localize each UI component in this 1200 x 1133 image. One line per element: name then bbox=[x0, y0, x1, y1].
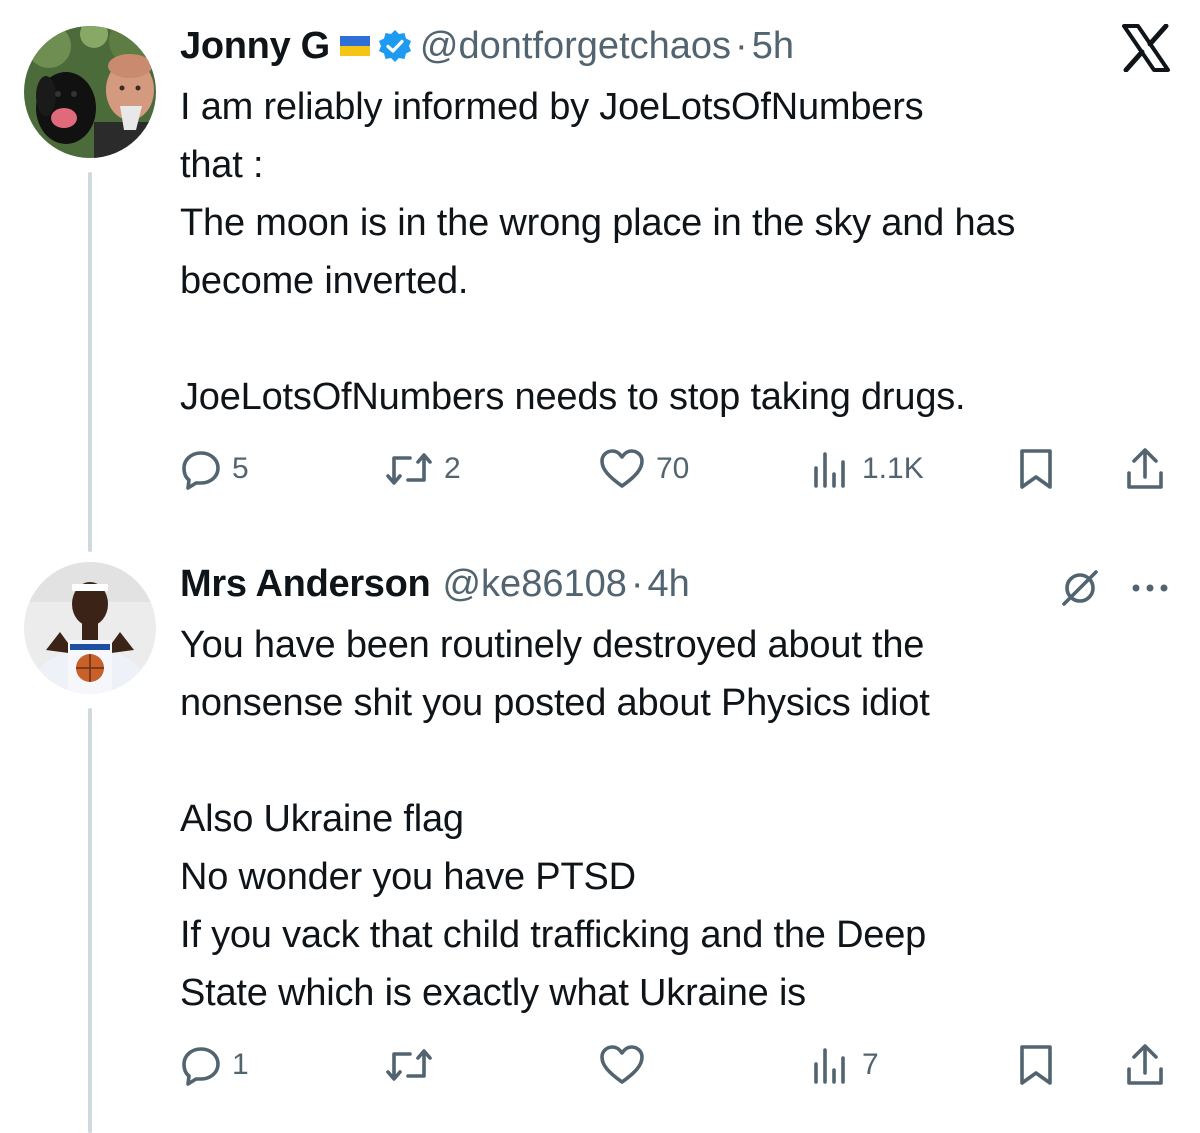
views-count: 7 bbox=[862, 1048, 879, 1081]
grok-button[interactable] bbox=[1058, 566, 1102, 610]
avatar[interactable] bbox=[24, 26, 156, 158]
separator-dot: · bbox=[630, 562, 644, 605]
bookmark-button[interactable] bbox=[1016, 1040, 1056, 1090]
repost-count: 2 bbox=[444, 452, 461, 485]
views-button[interactable]: 7 bbox=[810, 1040, 879, 1090]
thread-line bbox=[88, 172, 92, 552]
avatar[interactable] bbox=[24, 562, 156, 694]
user-handle[interactable]: @dontforgetchaos bbox=[420, 25, 731, 68]
timestamp[interactable]: 5h bbox=[752, 25, 794, 68]
views-button[interactable]: 1.1K bbox=[810, 444, 924, 494]
verified-badge-icon bbox=[378, 29, 412, 63]
repost-button[interactable]: 2 bbox=[384, 444, 461, 494]
share-icon bbox=[1124, 447, 1166, 491]
reply-count: 1 bbox=[232, 1048, 249, 1081]
tweet-header: Mrs Anderson @ke86108 · 4h bbox=[180, 562, 690, 606]
like-button[interactable]: 70 bbox=[598, 444, 689, 494]
reply-icon bbox=[180, 448, 222, 490]
like-button[interactable] bbox=[598, 1040, 656, 1090]
views-count: 1.1K bbox=[862, 452, 924, 485]
share-icon bbox=[1124, 1043, 1166, 1087]
user-handle[interactable]: @ke86108 bbox=[442, 563, 626, 606]
share-button[interactable] bbox=[1124, 444, 1166, 494]
timestamp[interactable]: 4h bbox=[648, 563, 690, 606]
action-bar: 1 7 bbox=[180, 1040, 1170, 1090]
bookmark-button[interactable] bbox=[1016, 444, 1056, 494]
display-name[interactable]: Jonny G bbox=[180, 25, 330, 68]
thread-line bbox=[88, 708, 92, 1133]
reply-count: 5 bbox=[232, 452, 249, 485]
bookmark-icon bbox=[1016, 1043, 1056, 1087]
grok-icon bbox=[1058, 570, 1102, 614]
ukraine-flag-icon bbox=[339, 36, 370, 56]
repost-icon bbox=[384, 1044, 434, 1086]
share-button[interactable] bbox=[1124, 1040, 1166, 1090]
bookmark-icon bbox=[1016, 447, 1056, 491]
action-bar: 5 2 70 1.1K bbox=[180, 444, 1170, 494]
like-icon bbox=[598, 448, 646, 490]
tweet-header: Jonny G @dontforgetchaos · 5h bbox=[180, 24, 794, 68]
separator-dot: · bbox=[735, 24, 748, 67]
like-count: 70 bbox=[656, 452, 690, 485]
x-logo-icon[interactable] bbox=[1120, 23, 1172, 73]
reply-button[interactable]: 5 bbox=[180, 444, 249, 494]
like-icon bbox=[598, 1044, 646, 1086]
repost-button[interactable] bbox=[384, 1040, 444, 1090]
tweet-text: I am reliably informed by JoeLotsOfNumbe… bbox=[180, 86, 1016, 418]
views-icon bbox=[810, 1044, 852, 1086]
more-button[interactable] bbox=[1126, 566, 1174, 610]
more-icon bbox=[1126, 584, 1174, 614]
repost-icon bbox=[384, 448, 434, 490]
reply-button[interactable]: 1 bbox=[180, 1040, 249, 1090]
views-icon bbox=[810, 448, 852, 490]
display-name[interactable]: Mrs Anderson bbox=[180, 563, 431, 606]
tweet-text: You have been routinely destroyed about … bbox=[180, 624, 930, 1014]
reply-icon bbox=[180, 1044, 222, 1086]
